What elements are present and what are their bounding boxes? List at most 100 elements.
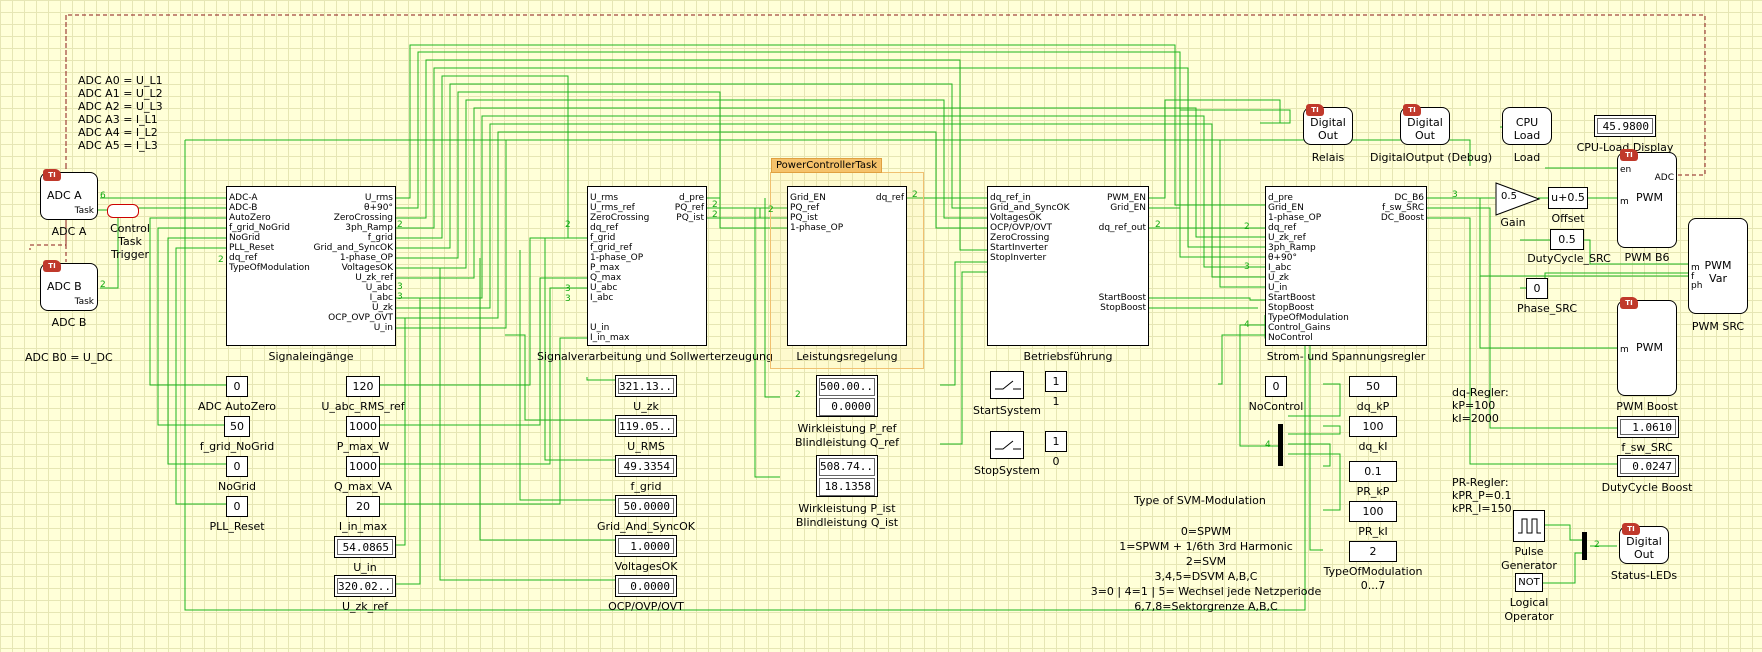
port-in: ADC-B [229,203,258,213]
const-p-max-w[interactable]: 1000 [346,416,380,437]
const-label: 1 [1052,395,1060,408]
start-system-switch[interactable] [990,371,1024,399]
port-out: U_zk [371,303,393,313]
wire-count: 2 [1244,222,1250,232]
const-q-max-va[interactable]: 1000 [346,456,380,477]
port-in: StopInverter [990,253,1047,263]
const-nocontrol[interactable]: 0 [1265,376,1287,397]
port-out: ADC [1654,173,1674,183]
wire-count: 4 [1244,320,1250,330]
const-adc-autozero[interactable]: 0 [226,376,248,397]
port-out: 1-phase_OP [339,253,393,263]
pwm-src-block[interactable]: m f ph PWM Var [1688,218,1748,314]
port-in: 1-phase_OP [790,223,844,233]
display-grid-and-syncok: 50.0000 [615,495,677,517]
const-typeofmodulation[interactable]: 2 [1349,541,1397,562]
status-leds-digital-out[interactable]: TI Digital Out [1619,523,1669,564]
display-u-in: 54.0865 [334,536,396,558]
port-in: StartInverter [990,243,1048,253]
wire-count: 2 [565,220,571,230]
port-in: TypeOfModulation [229,263,310,273]
const-label: I_in_max [338,520,388,533]
port-out: PWM_EN [1106,193,1146,203]
display-label: U_in [353,561,377,574]
powercontroller-task-label: PowerControllerTask [771,158,883,173]
const-u-abc-rms-ref[interactable]: 120 [346,376,380,397]
const-dq-kp[interactable]: 50 [1349,376,1397,397]
const-pr-ki[interactable]: 100 [1349,501,1397,522]
control-task-trigger-block[interactable] [107,204,139,218]
display-label: f_grid [630,480,662,493]
display-label: DutyCycle Boost [1601,481,1693,494]
display-dutycycle-boost: 0.0247 [1617,455,1679,477]
const-phase-src[interactable]: 0 [1526,278,1548,299]
stromregler-block[interactable]: d_pre Grid_EN 1-phase_OP dq_ref U_zk_ref… [1265,186,1427,346]
port-in: NoControl [1268,333,1313,343]
wire-count: 3 [565,294,571,304]
const-label: U_abc_RMS_ref [321,400,405,413]
adc-a-block[interactable]: TI ADC A Task [40,169,98,220]
stop-system-switch[interactable] [990,431,1024,459]
port-in: U_zk [1268,273,1290,283]
port-in: ZeroCrossing [590,213,650,223]
const-pll-reset[interactable]: 0 [226,496,248,517]
const-f-grid-nogrid[interactable]: 50 [224,416,250,437]
const-dq-ki[interactable]: 100 [1349,416,1397,437]
const-label: ADC AutoZero [197,400,277,413]
display-value: 500.00... [819,378,875,396]
port-in: dq_ref [229,253,258,263]
block-title: CPU [1515,116,1539,129]
display-u-zk-ref: 320.02... [334,575,396,597]
ti-badge: TI [1403,104,1421,116]
pulse-generator-block[interactable] [1513,510,1545,542]
leistungsregelung-block[interactable]: Grid_EN PQ_ref PQ_ist 1-phase_OP dq_ref [787,186,907,346]
const-nogrid[interactable]: 0 [226,456,248,477]
digital-out-debug[interactable]: TI Digital Out [1400,104,1450,145]
display-u-rms: 119.05... [615,415,677,437]
adc-b-task-port: Task [74,297,94,307]
betriebsfuehrung-block[interactable]: dq_ref_in Grid_and_SyncOK VoltagesOK OCP… [987,186,1149,346]
block-title: Out [1634,548,1654,561]
const-pr-kp[interactable]: 0.1 [1349,461,1397,482]
cpu-load-block[interactable]: CPU Load [1502,107,1552,145]
display-value: 320.02... [337,578,393,594]
signaleingaenge-label: Signaleingänge [268,350,354,363]
wire-count: 2 [397,220,403,230]
switch-icon [995,380,1021,390]
display-value: 1.0610 [1620,419,1676,435]
digital-out-debug-label: DigitalOutput (Debug) [1370,151,1493,164]
wire-count: 3 [565,284,571,294]
port-out: PQ_ref [674,203,704,213]
pwm-src-label: PWM SRC [1691,320,1745,333]
display-value: 119.05... [618,418,674,434]
port-in: U_zk_ref [1268,233,1306,243]
svm-title: Type of SVM-Modulation [1134,494,1266,507]
display-value: 0.0000 [618,578,674,594]
const-stop[interactable]: 1 [1045,431,1067,452]
adc-note: ADC A0 = U_L1 [78,74,163,87]
const-i-in-max[interactable]: 20 [346,496,380,517]
offset-block[interactable]: u+0.5 [1548,187,1588,209]
dq-notes: dq-Regler: kP=100 kI=2000 [1452,386,1509,425]
port-in: P_max [590,263,620,273]
adc-b-label: ADC B [51,316,87,329]
logical-operator-block[interactable]: NOT [1515,573,1543,592]
const-label: Q_max_VA [334,480,392,493]
pwm-b6-block[interactable]: TI en m ADC PWM [1617,149,1677,248]
const-dutycycle-src[interactable]: 0.5 [1550,229,1584,250]
start-system-label: StartSystem [973,404,1041,417]
adc-b-block[interactable]: TI ADC B Task [40,260,98,311]
display-label: U_RMS [627,440,665,453]
modulation-range: 0...7 [1360,579,1386,592]
signaleingaenge-block[interactable]: ADC-A ADC-B AutoZero f_grid_NoGrid NoGri… [226,186,396,346]
const-start[interactable]: 1 [1045,371,1067,392]
block-title: Digital [1626,535,1662,548]
note-line: PR-Regler: [1452,476,1509,489]
relais-digital-out[interactable]: TI Digital Out [1303,104,1353,145]
note-line: kPR_I=150 [1452,502,1512,515]
display-pq-ref: 500.00... 0.0000 [816,375,878,417]
note-line: kP=100 [1452,399,1496,412]
pwm-boost-block[interactable]: TI m PWM [1617,297,1677,396]
port-in: ZeroCrossing [990,233,1050,243]
signalverarbeitung-block[interactable]: U_rms U_rms_ref ZeroCrossing dq_ref f_gr… [587,186,707,346]
